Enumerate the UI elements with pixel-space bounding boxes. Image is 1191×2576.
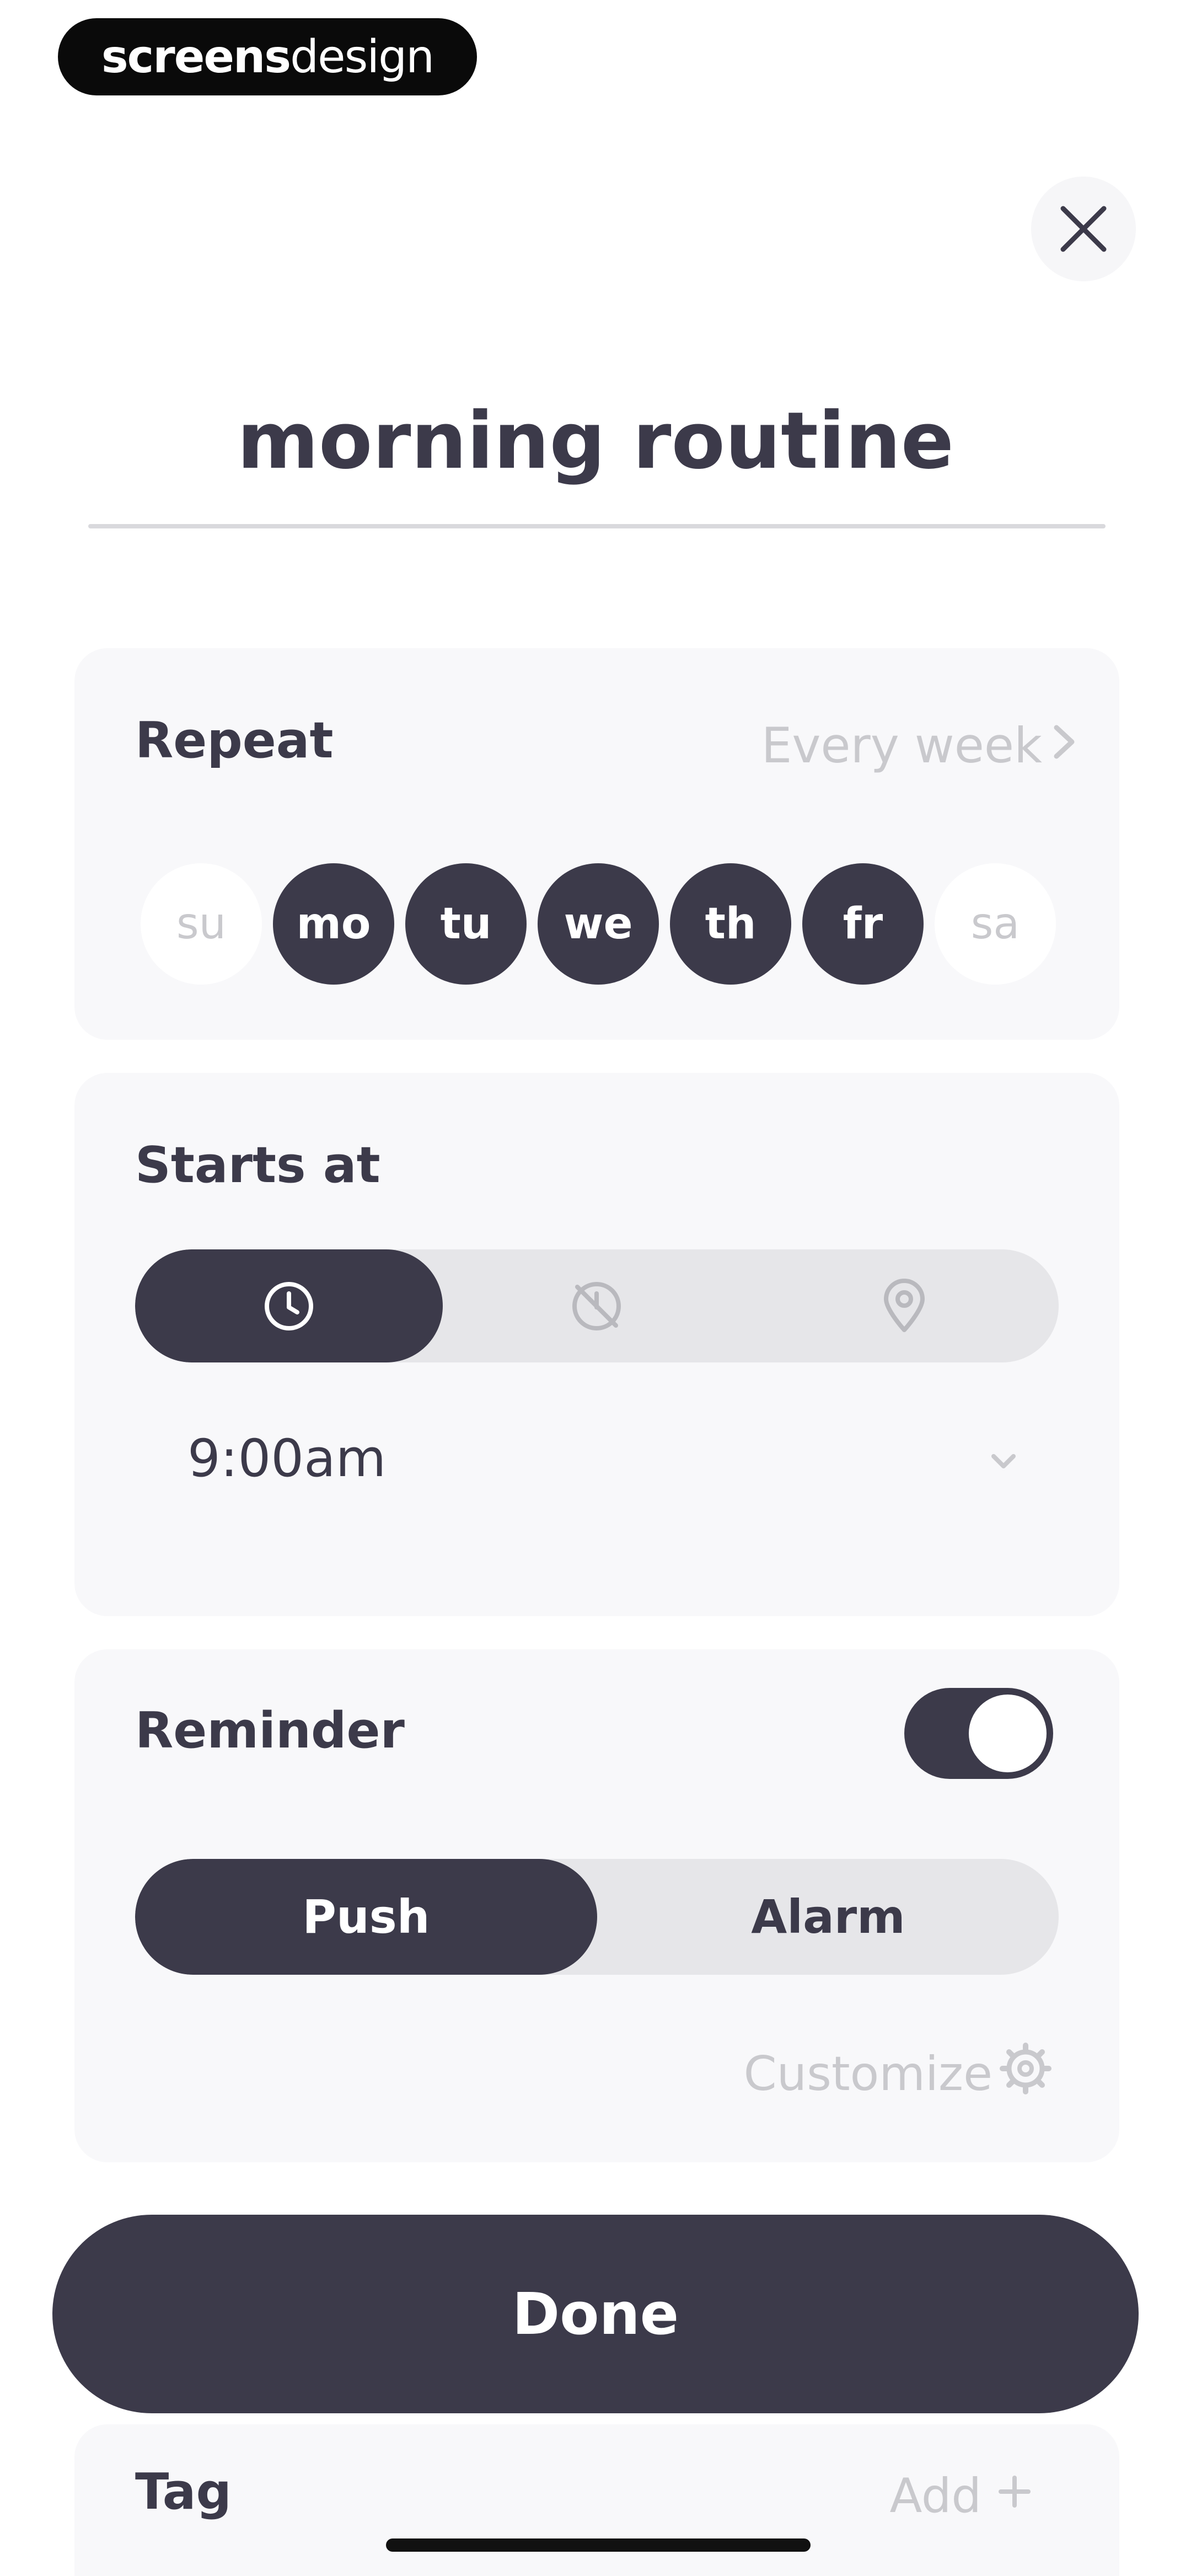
starts-at-card: Starts at 9:00am: [74, 1073, 1119, 1616]
day-tu[interactable]: tu: [405, 863, 527, 985]
repeat-frequency[interactable]: Every week: [761, 717, 1042, 774]
reminder-label: Reminder: [135, 1702, 405, 1760]
tag-label: Tag: [135, 2463, 232, 2521]
routine-title[interactable]: morning routine: [88, 386, 1103, 496]
starts-at-label: Starts at: [135, 1136, 380, 1194]
day-mo[interactable]: mo: [273, 863, 394, 985]
tag-add-link[interactable]: Add: [890, 2468, 982, 2524]
toggle-knob: [969, 1695, 1047, 1772]
channel-push[interactable]: Push: [135, 1859, 597, 1975]
weekday-selector: su mo tu we th fr sa: [141, 863, 1061, 990]
repeat-label: Repeat: [135, 712, 334, 769]
chevron-right-icon[interactable]: [1042, 706, 1086, 778]
start-time-value[interactable]: 9:00am: [187, 1429, 386, 1489]
title-underline: [88, 524, 1106, 528]
plus-icon[interactable]: [987, 2464, 1042, 2519]
no-time-icon: [572, 1281, 621, 1330]
start-mode-no-time[interactable]: [443, 1249, 750, 1362]
home-indicator[interactable]: [386, 2538, 811, 2552]
repeat-card: Repeat Every week su mo tu we th fr sa: [74, 648, 1119, 1040]
done-button[interactable]: Done: [52, 2215, 1139, 2413]
close-icon: [1060, 206, 1107, 252]
reminder-toggle[interactable]: [904, 1688, 1053, 1779]
reminder-card: Reminder Push Alarm Customize: [74, 1649, 1119, 2162]
day-su[interactable]: su: [141, 863, 262, 985]
screensdesign-watermark: screens design: [58, 18, 477, 95]
day-fr[interactable]: fr: [802, 863, 924, 985]
screen: screens design morning routine Repeat Eve…: [0, 0, 1191, 2576]
day-th[interactable]: th: [670, 863, 791, 985]
close-button[interactable]: [1031, 177, 1136, 281]
location-pin-icon: [884, 1278, 925, 1332]
watermark-part2: design: [290, 30, 434, 83]
start-mode-location[interactable]: [750, 1249, 1058, 1362]
start-mode-time[interactable]: [135, 1249, 443, 1362]
customize-link[interactable]: Customize: [744, 2046, 993, 2102]
day-we[interactable]: we: [538, 863, 659, 985]
clock-icon: [265, 1281, 313, 1330]
chevron-down-icon[interactable]: [981, 1440, 1026, 1484]
tag-card: Tag Add: [74, 2424, 1119, 2576]
channel-alarm[interactable]: Alarm: [597, 1859, 1059, 1975]
start-mode-segmented-control: [135, 1249, 1059, 1362]
gear-icon[interactable]: [998, 2041, 1053, 2096]
day-sa[interactable]: sa: [935, 863, 1056, 985]
watermark-part1: screens: [101, 30, 291, 83]
reminder-channel-segmented-control: Push Alarm: [135, 1859, 1059, 1975]
